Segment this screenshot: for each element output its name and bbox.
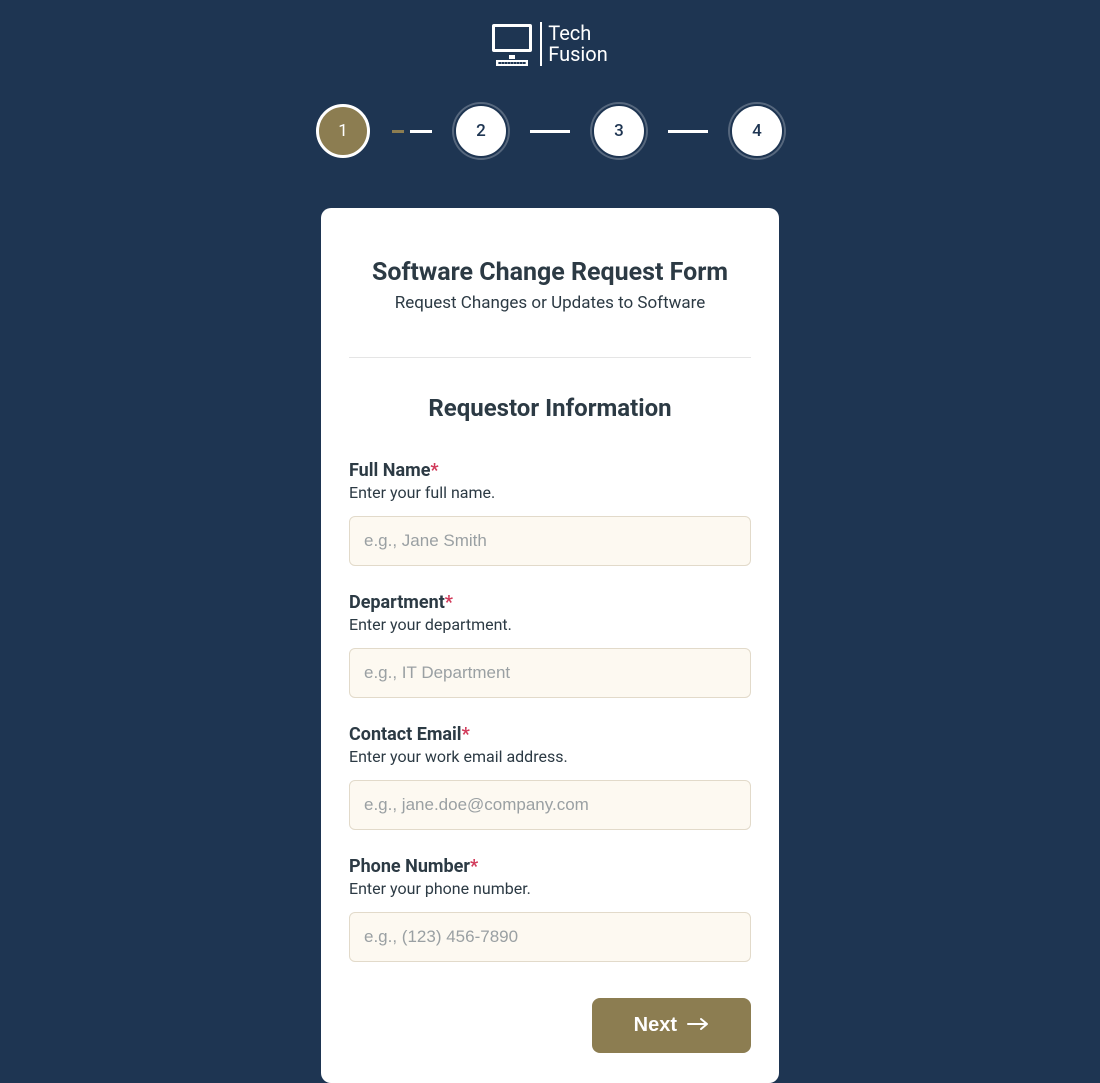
department-label: Department*	[349, 592, 751, 613]
required-mark: *	[430, 460, 438, 481]
field-department: Department* Enter your department.	[349, 592, 751, 698]
contact-email-input[interactable]	[349, 780, 751, 830]
step-4[interactable]: 4	[730, 104, 784, 158]
step-3[interactable]: 3	[592, 104, 646, 158]
brand-line2: Fusion	[548, 44, 608, 65]
field-phone-number: Phone Number* Enter your phone number.	[349, 856, 751, 962]
phone-number-label: Phone Number*	[349, 856, 751, 877]
progress-stepper: 1 2 3 4	[316, 104, 784, 158]
field-contact-email: Contact Email* Enter your work email add…	[349, 724, 751, 830]
label-text: Department	[349, 592, 445, 613]
step-2[interactable]: 2	[454, 104, 508, 158]
department-help: Enter your department.	[349, 615, 751, 634]
required-mark: *	[462, 724, 470, 745]
next-button-label: Next	[634, 1014, 677, 1037]
section-heading: Requestor Information	[428, 394, 671, 422]
form-subtitle: Request Changes or Updates to Software	[395, 293, 706, 313]
phone-number-help: Enter your phone number.	[349, 879, 751, 898]
brand-line1: Tech	[548, 23, 608, 44]
next-button[interactable]: Next	[592, 998, 751, 1053]
required-mark: *	[445, 592, 453, 613]
full-name-help: Enter your full name.	[349, 483, 751, 502]
divider	[349, 357, 751, 358]
label-text: Full Name	[349, 460, 430, 481]
form-title: Software Change Request Form	[372, 258, 728, 287]
label-text: Contact Email	[349, 724, 462, 745]
step-connector	[668, 130, 708, 133]
logo-separator	[540, 22, 542, 66]
step-1[interactable]: 1	[316, 104, 370, 158]
department-input[interactable]	[349, 648, 751, 698]
contact-email-help: Enter your work email address.	[349, 747, 751, 766]
field-full-name: Full Name* Enter your full name.	[349, 460, 751, 566]
form-card: Software Change Request Form Request Cha…	[321, 208, 779, 1083]
brand-logo: Tech Fusion	[492, 22, 608, 66]
brand-name: Tech Fusion	[548, 23, 608, 65]
phone-number-input[interactable]	[349, 912, 751, 962]
form-actions: Next	[349, 998, 751, 1053]
full-name-input[interactable]	[349, 516, 751, 566]
step-connector	[530, 130, 570, 133]
arrow-right-icon	[687, 1014, 709, 1037]
required-mark: *	[470, 856, 478, 877]
computer-icon	[492, 24, 534, 64]
step-connector	[392, 130, 432, 133]
label-text: Phone Number	[349, 856, 470, 877]
contact-email-label: Contact Email*	[349, 724, 751, 745]
full-name-label: Full Name*	[349, 460, 751, 481]
